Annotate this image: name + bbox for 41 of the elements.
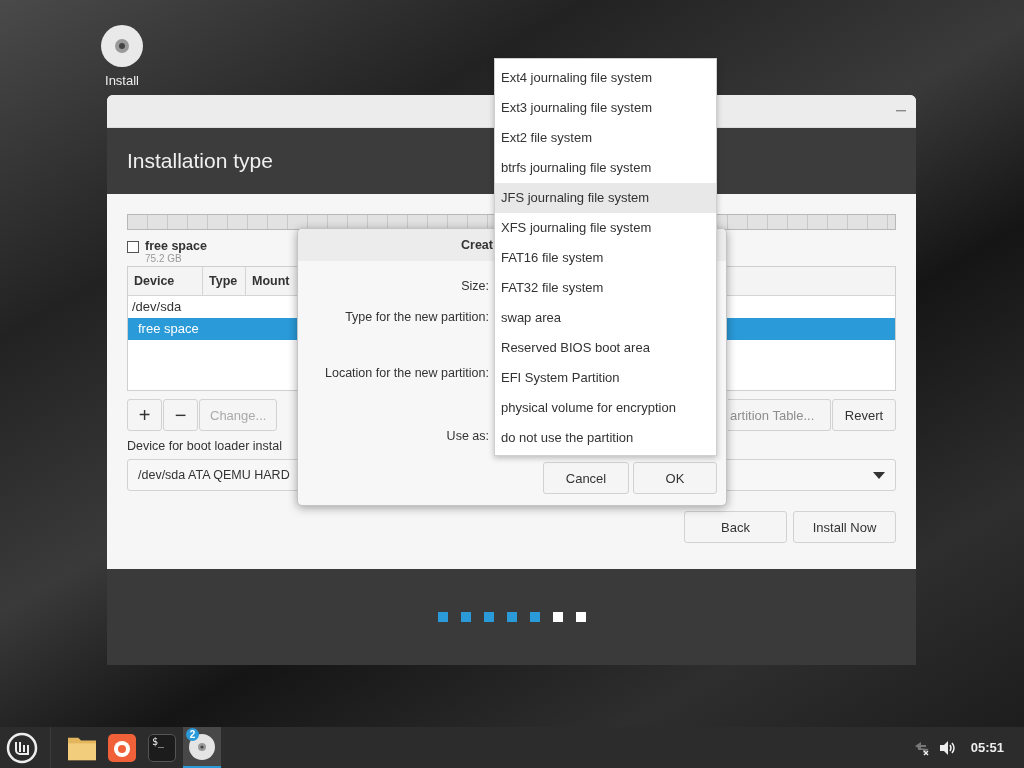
nav-button[interactable]: Install Now xyxy=(793,511,896,543)
field-label: Location for the new partition: xyxy=(325,365,489,382)
menu-item[interactable]: XFS journaling file system xyxy=(495,213,716,243)
column-header[interactable]: Type xyxy=(203,267,246,295)
dialog-button[interactable]: OK xyxy=(633,462,717,494)
menu-item[interactable]: physical volume for encryption xyxy=(495,393,716,423)
menu-item[interactable]: Reserved BIOS boot area xyxy=(495,333,716,363)
window-title: Installation type xyxy=(127,149,273,173)
menu-item[interactable]: do not use the partition xyxy=(495,423,716,453)
field-label: Size: xyxy=(461,278,489,295)
volume-icon[interactable] xyxy=(938,739,957,756)
field-label: Type for the new partition: xyxy=(345,309,489,326)
taskbar-app[interactable]: $_ xyxy=(143,727,181,768)
caret-icon xyxy=(873,471,885,479)
desktop-icon-label[interactable]: Install xyxy=(105,73,139,88)
browser-icon xyxy=(108,733,136,762)
menu-item[interactable]: Ext4 journaling file system xyxy=(495,63,716,93)
window-count-badge: 2 xyxy=(186,728,199,741)
partition-button[interactable]: Revert xyxy=(832,399,896,431)
legend-swatch xyxy=(127,241,139,253)
legend-label: free space xyxy=(145,239,207,253)
menu-item[interactable]: btrfs journaling file system xyxy=(495,153,716,183)
column-header[interactable]: Device xyxy=(128,267,203,295)
field-label: Use as: xyxy=(446,428,489,445)
clock[interactable]: 05:51 xyxy=(970,740,1004,755)
terminal-icon: $_ xyxy=(148,733,176,762)
menu-item[interactable]: swap area xyxy=(495,303,716,333)
disc-icon[interactable] xyxy=(100,24,144,68)
partition-button[interactable]: − xyxy=(163,399,198,431)
menu-item[interactable]: FAT16 file system xyxy=(495,243,716,273)
menu-icon[interactable] xyxy=(6,731,38,764)
menu-item[interactable]: FAT32 file system xyxy=(495,273,716,303)
menu-item[interactable]: JFS journaling file system xyxy=(495,183,716,213)
menu-item[interactable]: EFI System Partition xyxy=(495,363,716,393)
legend-size: 75.2 GB xyxy=(145,253,183,264)
partition-button[interactable]: + xyxy=(127,399,162,431)
menu-item[interactable]: Ext2 file system xyxy=(495,123,716,153)
dialog-title: Creat xyxy=(461,238,493,252)
disc-icon xyxy=(188,732,216,761)
dialog-button[interactable]: Cancel xyxy=(543,462,629,494)
nav-button[interactable]: Back xyxy=(684,511,787,543)
